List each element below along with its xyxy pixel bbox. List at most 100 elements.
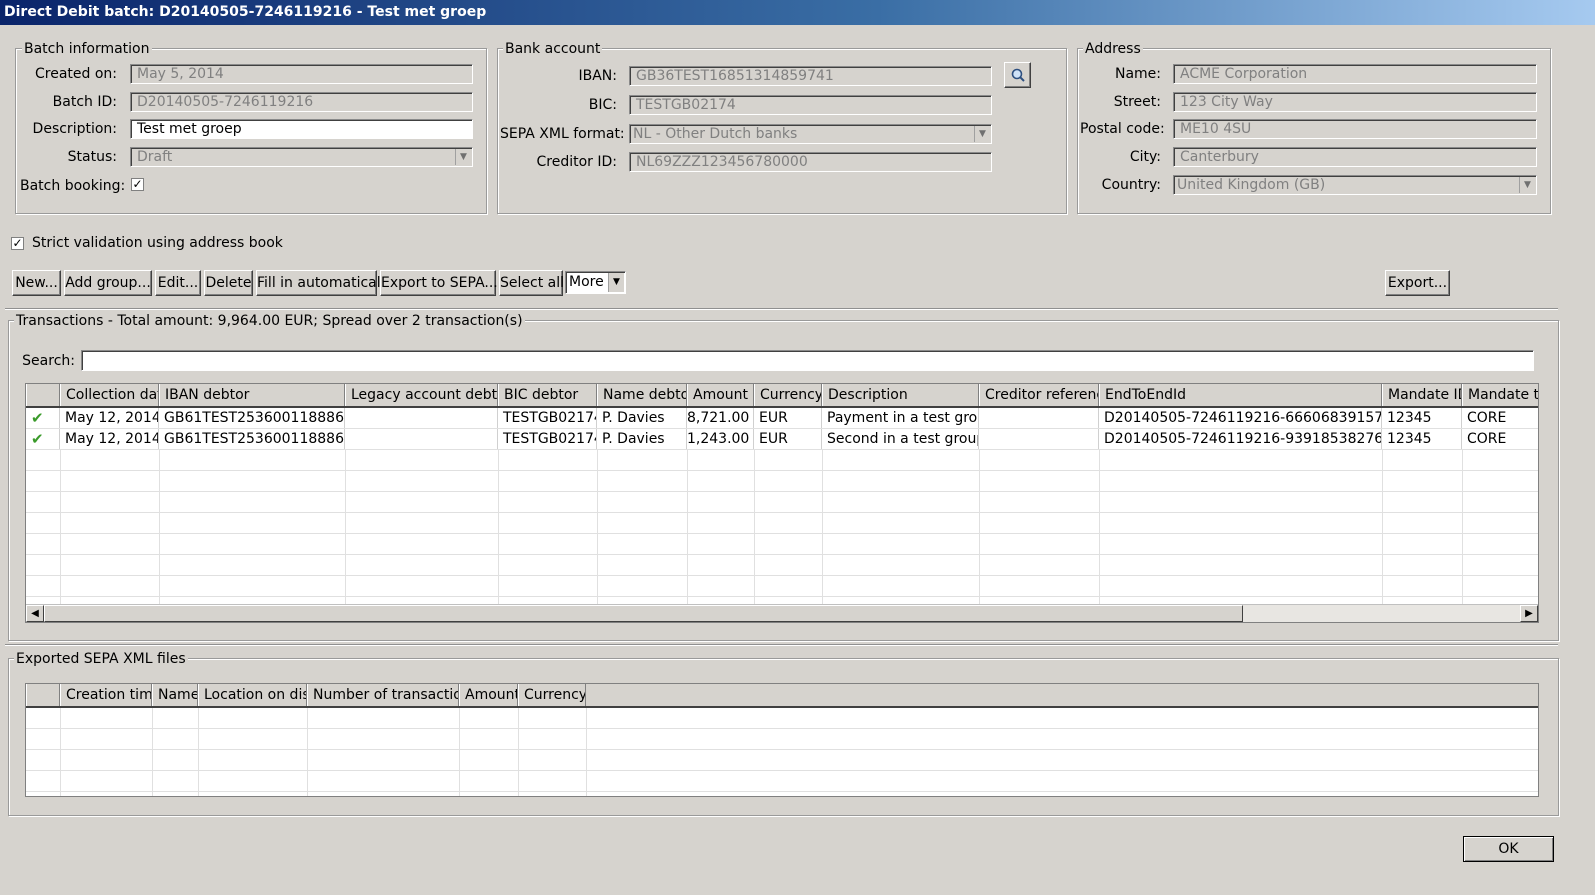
name-debtor-cell: P. Davies: [597, 429, 687, 449]
col-currency[interactable]: Currency: [754, 384, 822, 406]
col-number-transactions[interactable]: Number of transactions: [307, 684, 459, 706]
collection-date-cell: May 12, 2014: [60, 408, 159, 428]
add-group-button[interactable]: Add group...: [64, 270, 152, 296]
country-value: United Kingdom (GB): [1177, 177, 1326, 193]
exports-header: Creation time Name Location on disk Numb…: [26, 684, 1538, 708]
batch-booking-checkbox[interactable]: ✓: [131, 178, 144, 191]
creditor-reference-cell: [979, 429, 1099, 449]
export-to-sepa-button[interactable]: Export to SEPA...: [380, 270, 498, 296]
legacy-account-cell: [345, 429, 498, 449]
col-mandate-type[interactable]: Mandate typ: [1462, 384, 1538, 406]
name-debtor-cell: P. Davies: [597, 408, 687, 428]
table-row[interactable]: ✔ May 12, 2014 GB61TEST25360011888663 TE…: [26, 429, 1538, 450]
exports-table: Creation time Name Location on disk Numb…: [25, 683, 1539, 797]
bic-label: BIC:: [588, 97, 617, 113]
col-location[interactable]: Location on disk: [198, 684, 307, 706]
description-label: Description:: [32, 121, 117, 137]
address-legend: Address: [1083, 41, 1143, 57]
col-amount[interactable]: Amount: [687, 384, 754, 406]
empty-row: [26, 492, 1538, 513]
col-end-to-end-id[interactable]: EndToEndId: [1099, 384, 1382, 406]
col-description[interactable]: Description: [822, 384, 979, 406]
search-label: Search:: [22, 353, 75, 369]
address-name-label: Name:: [1114, 66, 1161, 82]
col-name-debtor[interactable]: Name debtor: [597, 384, 687, 406]
mandate-type-cell: CORE: [1462, 408, 1538, 428]
check-icon: ✔: [31, 409, 44, 427]
col-bic-debtor[interactable]: BIC debtor: [498, 384, 597, 406]
col-creditor-reference[interactable]: Creditor reference: [979, 384, 1099, 406]
scroll-thumb[interactable]: [44, 605, 1243, 622]
iban-field: GB36TEST16851314859741: [629, 66, 992, 86]
batch-info-legend: Batch information: [22, 41, 152, 57]
col-collection-date[interactable]: Collection date: [60, 384, 159, 406]
mandate-type-cell: CORE: [1462, 429, 1538, 449]
col-iban-debtor[interactable]: IBAN debtor: [159, 384, 345, 406]
exports-legend: Exported SEPA XML files: [14, 651, 188, 667]
description-cell: Payment in a test group: [822, 408, 979, 428]
col-name[interactable]: Name: [152, 684, 198, 706]
empty-row: [26, 534, 1538, 555]
batch-booking-label: Batch booking:: [20, 178, 126, 194]
col-mandate-id[interactable]: Mandate ID: [1382, 384, 1462, 406]
col-creation-time[interactable]: Creation time: [60, 684, 152, 706]
empty-row: [26, 555, 1538, 576]
status-select[interactable]: Draft ▼: [130, 147, 473, 167]
description-input[interactable]: Test met groep: [130, 119, 473, 139]
more-select[interactable]: More ▼: [565, 271, 626, 294]
col-export-status[interactable]: [26, 684, 60, 706]
iban-lookup-button[interactable]: [1004, 62, 1031, 88]
export-button[interactable]: Export...: [1385, 270, 1450, 296]
empty-row: [26, 750, 1538, 771]
status-label: Status:: [67, 149, 117, 165]
col-legacy-account[interactable]: Legacy account debtor: [345, 384, 498, 406]
fill-automatically-button[interactable]: Fill in automatically: [256, 270, 393, 296]
description-cell: Second in a test group: [822, 429, 979, 449]
table-row[interactable]: ✔ May 12, 2014 GB61TEST25360011888663 TE…: [26, 408, 1538, 429]
ok-button[interactable]: OK: [1463, 836, 1554, 862]
search-input[interactable]: [81, 350, 1534, 371]
search-icon: [1011, 68, 1025, 82]
horizontal-scrollbar[interactable]: ◀ ▶: [26, 604, 1538, 622]
country-select[interactable]: United Kingdom (GB) ▼: [1173, 175, 1537, 195]
col-status[interactable]: [26, 384, 60, 406]
check-icon: ✔: [31, 430, 44, 448]
chevron-down-icon: ▼: [1519, 177, 1535, 193]
batch-id-field: D20140505-7246119216: [130, 92, 473, 112]
col-export-amount[interactable]: Amount: [459, 684, 518, 706]
empty-row: [26, 471, 1538, 492]
transactions-table: Collection date IBAN debtor Legacy accou…: [25, 383, 1539, 623]
city-label: City:: [1129, 149, 1161, 165]
bic-field: TESTGB02174: [629, 95, 992, 115]
scroll-right-icon[interactable]: ▶: [1520, 605, 1538, 622]
select-all-button[interactable]: Select all: [499, 270, 564, 296]
transactions-legend: Transactions - Total amount: 9,964.00 EU…: [14, 313, 525, 329]
scroll-left-icon[interactable]: ◀: [26, 605, 44, 622]
creditor-reference-cell: [979, 408, 1099, 428]
iban-debtor-cell: GB61TEST25360011888663: [159, 429, 345, 449]
postal-code-field: ME10 4SU: [1173, 119, 1537, 139]
col-export-currency[interactable]: Currency: [518, 684, 586, 706]
delete-button[interactable]: Delete: [204, 270, 253, 296]
created-on-label: Created on:: [34, 66, 117, 82]
end-to-end-id-cell: D20140505-7246119216-66606839157186: [1099, 408, 1382, 428]
bic-debtor-cell: TESTGB02174: [498, 408, 597, 428]
empty-row: [26, 450, 1538, 471]
postal-code-label: Postal code:: [1080, 121, 1165, 137]
legacy-account-cell: [345, 408, 498, 428]
amount-cell: 1,243.00: [687, 429, 754, 449]
chevron-down-icon: ▼: [974, 126, 990, 142]
amount-cell: 8,721.00: [687, 408, 754, 428]
chevron-down-icon: ▼: [455, 149, 471, 165]
status-cell: ✔: [26, 429, 60, 449]
status-cell: ✔: [26, 408, 60, 428]
creditor-id-field: NL69ZZZ123456780000: [629, 152, 992, 172]
edit-button[interactable]: Edit...: [155, 270, 201, 296]
sepa-format-label: SEPA XML format:: [500, 126, 625, 142]
iban-debtor-cell: GB61TEST25360011888663: [159, 408, 345, 428]
transactions-header: Collection date IBAN debtor Legacy accou…: [26, 384, 1538, 408]
address-name-field: ACME Corporation: [1173, 64, 1537, 84]
new-button[interactable]: New...: [12, 270, 61, 296]
strict-validation-checkbox[interactable]: ✓: [11, 237, 24, 250]
sepa-format-select[interactable]: NL - Other Dutch banks ▼: [629, 124, 992, 144]
